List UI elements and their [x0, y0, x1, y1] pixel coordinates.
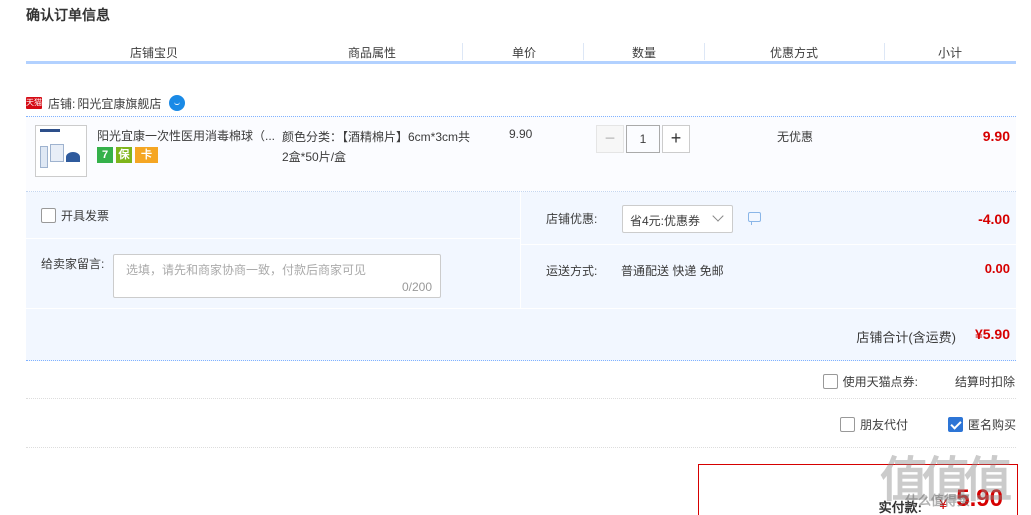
memo-char-counter: 0/200 — [401, 280, 432, 294]
shop-total-label: 店铺合计(含运费) — [856, 330, 956, 345]
seller-memo-textarea[interactable]: 选填，请先和商家协商一致，付款后商家可见 0/200 — [113, 254, 441, 298]
product-attributes: 颜色分类：【酒精棉片】6cm*3cm共2盒*50片/盒 — [282, 130, 471, 164]
increase-quantity-button[interactable]: + — [662, 125, 690, 153]
invoice-checkbox[interactable] — [41, 208, 56, 223]
shop-row: 天猫 店铺: 阳光宜康旗舰店 — [26, 93, 186, 113]
page-title: 确认订单信息 — [26, 7, 110, 23]
col-quantity: 数量 — [632, 46, 657, 60]
friend-pay-option[interactable]: 朋友代付 — [839, 416, 908, 433]
memo-label: 给卖家留言: — [41, 257, 105, 271]
shop-total-value: ¥5.90 — [974, 326, 1010, 342]
product-thumbnail[interactable] — [35, 125, 87, 177]
shop-label: 店铺: — [48, 96, 76, 111]
divider — [583, 43, 584, 60]
quantity-input[interactable]: 1 — [626, 125, 660, 153]
friend-pay-checkbox[interactable] — [839, 417, 855, 432]
col-discount: 优惠方式 — [770, 46, 819, 60]
col-price: 单价 — [512, 46, 537, 60]
anonymous-label: 匿名购买 — [967, 418, 1016, 432]
chevron-down-icon — [712, 210, 724, 222]
points-option[interactable]: 使用天猫点券: — [822, 373, 918, 390]
unit-price: 9.90 — [509, 127, 533, 141]
guarantee-icon[interactable]: 保 — [116, 147, 132, 163]
decrease-quantity-button[interactable]: − — [596, 125, 624, 153]
order-item-row: 阳光宜康一次性医用消毒棉球（... 7 保 卡 颜色分类：【酒精棉片】6cm*3… — [26, 116, 1016, 192]
points-note: 结算时扣除 — [954, 375, 1015, 389]
service-badges: 7 保 卡 — [97, 147, 158, 163]
discount-method: 无优惠 — [777, 130, 814, 144]
invoice-label: 开具发票 — [61, 209, 110, 223]
friend-pay-label: 朋友代付 — [859, 418, 908, 432]
shipping-fee: 0.00 — [984, 261, 1010, 276]
coupon-discount-value: -4.00 — [978, 211, 1010, 227]
seven-day-return-icon[interactable]: 7 — [97, 147, 113, 163]
item-subtotal: 9.90 — [982, 128, 1010, 144]
coupon-select[interactable]: 省4元:优惠券 — [622, 205, 733, 233]
coupon-selected-value: 省4元:优惠券 — [630, 214, 701, 228]
invoice-option[interactable]: 开具发票 — [41, 207, 109, 224]
quantity-stepper: − 1 + — [596, 125, 690, 153]
col-attributes: 商品属性 — [348, 46, 397, 60]
points-label: 使用天猫点券: — [842, 375, 918, 389]
memo-placeholder: 选填，请先和商家协商一致，付款后商家可见 — [126, 263, 367, 277]
card-payment-icon[interactable]: 卡 — [135, 147, 158, 163]
points-checkbox[interactable] — [822, 374, 838, 389]
shipping-method: 普通配送 快递 免邮 — [621, 264, 724, 278]
shop-total-row: 店铺合计(含运费) ¥5.90 — [26, 309, 1016, 361]
anonymous-checkbox[interactable] — [947, 417, 963, 432]
comment-icon[interactable] — [748, 212, 761, 225]
divider — [704, 43, 705, 60]
watermark-text: 什么值得买 — [905, 493, 971, 508]
column-header: 店铺宝贝 商品属性 单价 数量 优惠方式 小计 — [26, 40, 1016, 64]
divider — [462, 43, 463, 60]
shipping-label: 运送方式: — [546, 264, 598, 278]
col-subtotal: 小计 — [938, 46, 963, 60]
wangwang-icon[interactable] — [169, 95, 186, 111]
purchase-options-row: 朋友代付 匿名购买 — [26, 400, 1016, 448]
col-shop-items: 店铺宝贝 — [130, 46, 179, 60]
shop-coupon-label: 店铺优惠: — [546, 212, 598, 226]
shop-name-link[interactable]: 阳光宜康旗舰店 — [77, 95, 161, 112]
order-options-panel: 开具发票 给卖家留言: 选填，请先和商家协商一致，付款后商家可见 0/200 店… — [26, 192, 1016, 308]
points-row: 使用天猫点券: 结算时扣除 — [26, 362, 1016, 399]
tmall-icon: 天猫 — [26, 97, 42, 109]
divider — [884, 43, 885, 60]
anonymous-option[interactable]: 匿名购买 — [947, 416, 1016, 433]
product-title-link[interactable]: 阳光宜康一次性医用消毒棉球（... — [97, 127, 277, 144]
